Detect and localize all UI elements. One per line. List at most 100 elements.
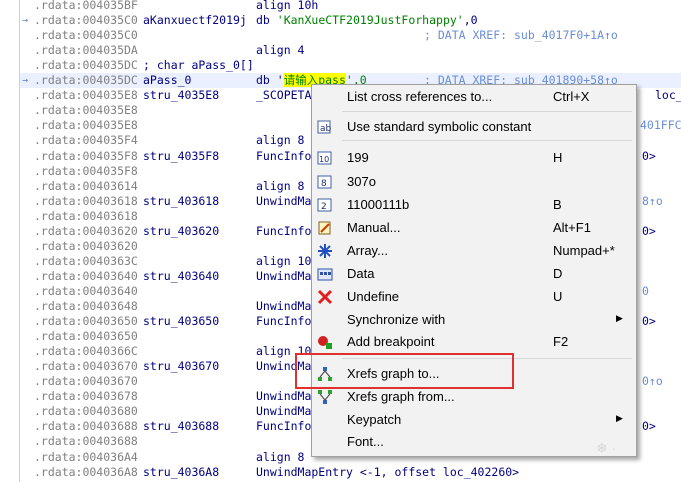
- listing-address: .rdata:004035C0: [34, 13, 138, 28]
- xrefs-graph-from-icon: [317, 389, 333, 405]
- listing-address: .rdata:00403650: [34, 329, 138, 344]
- listing-address: .rdata:00403648: [34, 299, 138, 313]
- instruction-mnemonic: db: [256, 13, 277, 28]
- menu-item-label: Use standard symbolic constant: [347, 119, 532, 134]
- listing-label: stru_403620: [143, 223, 220, 238]
- listing-instruction: UnwindMa: [256, 299, 312, 313]
- listing-instruction: db 'KanXueCTF2019JustForhappy',0: [256, 13, 478, 28]
- listing-label: aKanxuectf2019j: [143, 13, 247, 28]
- manual-icon: [317, 220, 333, 236]
- listing-address: .rdata:00403618: [34, 193, 138, 208]
- listing-label: stru_4035F8: [143, 148, 220, 163]
- menu-item-shortcut: F2: [553, 334, 569, 349]
- menu-item-octal[interactable]: 8 307o: [313, 171, 635, 193]
- listing-address: .rdata:00403640: [34, 283, 138, 298]
- listing-label: stru_403640: [143, 268, 220, 283]
- listing-label: stru_403670: [143, 359, 220, 374]
- menu-item-decimal[interactable]: 10 199 H: [313, 147, 635, 169]
- menu-item-list-xrefs[interactable]: List cross references to... Ctrl+X: [313, 86, 635, 108]
- listing-instruction: align 8: [256, 449, 305, 464]
- menu-separator: [342, 111, 632, 112]
- listing-comment: 0>: [642, 223, 656, 238]
- listing-label: stru_403618: [143, 193, 220, 208]
- xref-arrow-icon: →: [22, 75, 29, 87]
- listing-address: .rdata:00403650: [34, 314, 138, 329]
- listing-address: .rdata:00403670: [34, 374, 138, 389]
- listing-comment: 0↑o: [642, 374, 663, 389]
- menu-item-shortcut: H: [553, 150, 563, 165]
- listing-comment: ; char aPass_0[]: [143, 58, 254, 73]
- listing-address: .rdata:004035E8: [34, 103, 138, 118]
- listing-comment: 0>: [642, 314, 656, 329]
- menu-item-shortcut: B: [553, 197, 562, 212]
- breakpoint-icon: [317, 334, 333, 350]
- menu-item-synchronize[interactable]: Synchronize with ▶: [313, 309, 635, 331]
- listing-address: .rdata:00403620: [34, 238, 138, 253]
- menu-item-xrefs-graph-from[interactable]: Xrefs graph from...: [313, 386, 635, 408]
- annotation-highlight-box: [295, 353, 514, 389]
- menu-item-binary[interactable]: 2 11000111b B: [313, 194, 635, 216]
- svg-text:8: 8: [321, 179, 327, 189]
- listing-address: .rdata:004035DC: [34, 58, 138, 73]
- menu-item-label: Xrefs graph from...: [347, 389, 455, 404]
- listing-row[interactable]: .rdata:004035BF align 10h: [0, 0, 681, 13]
- menu-item-array[interactable]: Array... Numpad+*: [313, 240, 635, 262]
- listing-instruction: FuncInfo: [256, 419, 312, 434]
- listing-address: .rdata:00403678: [34, 389, 138, 404]
- listing-address: .rdata:004035E8: [34, 88, 138, 103]
- menu-item-font[interactable]: Font...: [313, 431, 635, 453]
- svg-text:ab: ab: [320, 124, 332, 134]
- menu-item-undefine[interactable]: Undefine U: [313, 286, 635, 308]
- submenu-arrow-icon: ▶: [616, 313, 623, 323]
- listing-row[interactable]: .rdata:004035C0 ; DATA XREF: sub_4017F0+1…: [0, 28, 681, 43]
- listing-instruction: UnwindMa: [256, 389, 312, 404]
- menu-item-add-breakpoint[interactable]: Add breakpoint F2: [313, 331, 635, 353]
- listing-row[interactable]: .rdata:004035DA align 4: [0, 43, 681, 58]
- listing-address: .rdata:00403618: [34, 208, 138, 223]
- menu-item-label: Synchronize with: [347, 312, 446, 327]
- context-menu: List cross references to... Ctrl+X ab Us…: [311, 84, 637, 457]
- constant-icon: ab: [317, 119, 333, 135]
- svg-text:2: 2: [321, 202, 327, 212]
- listing-instruction: FuncInfo: [256, 223, 312, 238]
- instruction-mnemonic: db ': [256, 73, 284, 88]
- listing-row[interactable]: .rdata:004036A8 stru_4036A8 UnwindMapEntry…: [0, 465, 681, 480]
- listing-instruction: align 10: [256, 253, 312, 268]
- menu-item-shortcut: D: [553, 266, 563, 281]
- menu-item-symbolic-constant[interactable]: ab Use standard symbolic constant: [313, 116, 635, 138]
- listing-instruction: FuncInfo: [256, 148, 312, 163]
- xref-arrow-icon: →: [22, 15, 29, 27]
- menu-item-label: Undefine: [347, 289, 400, 304]
- listing-address: .rdata:00403640: [34, 268, 138, 283]
- listing-address: .rdata:0040366C: [34, 344, 138, 359]
- menu-item-shortcut: Numpad+*: [553, 243, 615, 258]
- menu-item-label: 11000111b: [347, 197, 410, 212]
- menu-item-keypatch[interactable]: Keypatch ▶: [313, 409, 635, 431]
- menu-item-label: Add breakpoint: [347, 334, 435, 349]
- undefine-icon: [317, 289, 333, 305]
- listing-address: .rdata:004035F8: [34, 148, 138, 163]
- menu-item-data[interactable]: Data D: [313, 263, 635, 285]
- listing-label: stru_403650: [143, 314, 220, 329]
- listing-row[interactable]: .rdata:004035DC ; char aPass_0[]: [0, 58, 681, 73]
- listing-label: aPass_0: [143, 73, 192, 88]
- menu-item-manual[interactable]: Manual... Alt+F1: [313, 217, 635, 239]
- menu-item-label: List cross references to...: [347, 89, 493, 104]
- listing-label: stru_4035E8: [143, 88, 220, 103]
- watermark-logo: ❄ ·: [596, 440, 617, 456]
- menu-item-shortcut: U: [553, 289, 563, 304]
- listing-label: stru_403688: [143, 419, 220, 434]
- listing-instruction: align 8: [256, 178, 305, 193]
- listing-address: .rdata:004035F8: [34, 163, 138, 178]
- gutter-divider: [19, 0, 20, 482]
- listing-row[interactable]: .rdata:004035C0 aKanxuectf2019j db 'KanXue…: [0, 13, 681, 28]
- listing-instruction: _SCOPETA: [256, 88, 312, 103]
- listing-comment: 0>: [642, 148, 656, 163]
- listing-comment: ; DATA XREF: sub_4017F0+1A↑o: [424, 28, 618, 43]
- listing-label: stru_4036A8: [143, 464, 220, 479]
- listing-comment: 8↑o: [642, 193, 663, 208]
- listing-address: .rdata:004035C0: [34, 28, 138, 43]
- menu-item-label: 307o: [347, 174, 376, 189]
- octal-icon: 8: [317, 174, 333, 190]
- binary-icon: 2: [317, 197, 333, 213]
